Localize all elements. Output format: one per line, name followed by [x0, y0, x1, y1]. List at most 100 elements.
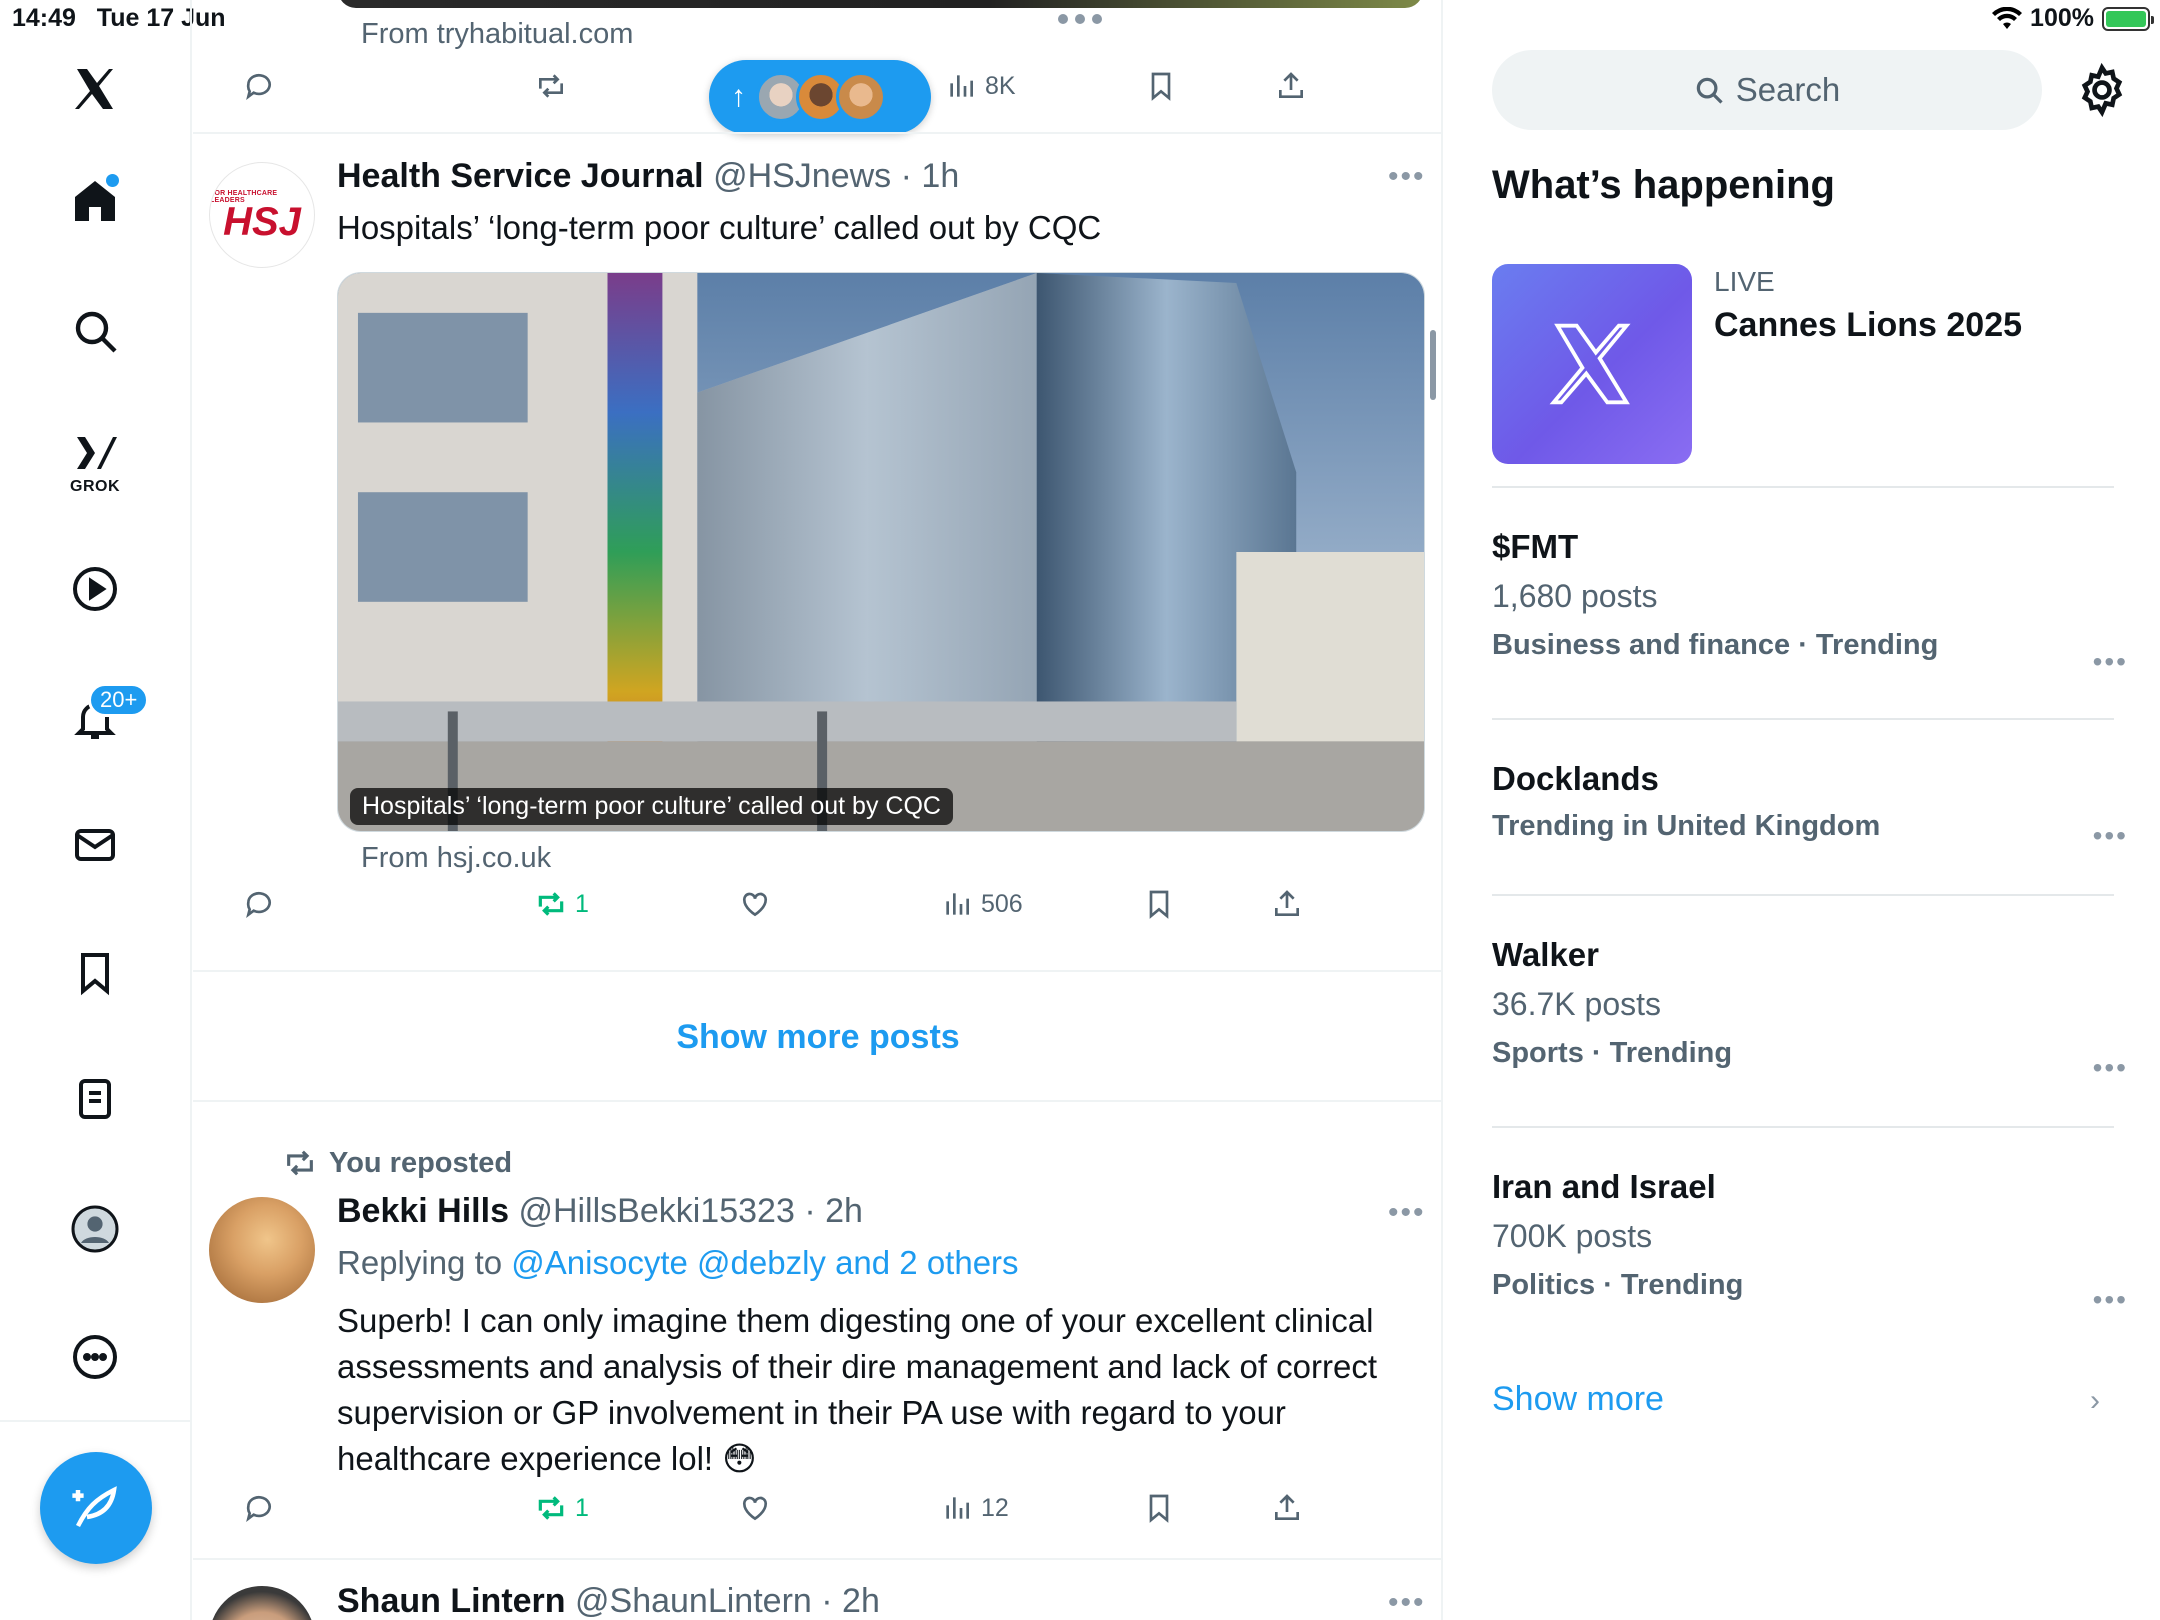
- hospital-photo: [338, 273, 1424, 831]
- new-posts-pill[interactable]: ↑: [709, 60, 931, 134]
- trend-item[interactable]: Walker 36.7K posts Sports · Trending: [1492, 936, 2112, 1070]
- repost-button[interactable]: 1: [535, 888, 589, 920]
- like-button[interactable]: [739, 888, 771, 920]
- author-name[interactable]: Health Service Journal: [337, 157, 704, 195]
- live-event-thumbnail[interactable]: [1492, 264, 1692, 464]
- chevron-right-icon: ›: [2090, 1384, 2100, 1417]
- author-name[interactable]: Bekki Hills: [337, 1192, 509, 1230]
- post-divider: [193, 132, 1441, 134]
- x-logo-icon[interactable]: [62, 56, 128, 122]
- bookmarks-icon[interactable]: [62, 940, 128, 1006]
- tweet-more-button[interactable]: •••: [1388, 1196, 1426, 1230]
- show-more-posts-button[interactable]: Show more posts: [193, 972, 1441, 1102]
- search-input[interactable]: Search: [1492, 50, 2042, 130]
- views-icon: [950, 75, 973, 97]
- trend-item[interactable]: Docklands Trending in United Kingdom: [1492, 760, 2112, 843]
- trend-category: Sports · Trending: [1492, 1037, 1733, 1069]
- like-button[interactable]: [739, 1492, 771, 1524]
- bookmark-button[interactable]: [1143, 888, 1175, 920]
- media-caption: Hospitals’ ‘long-term poor culture’ call…: [350, 788, 953, 825]
- trend-name: Walker: [1492, 936, 1599, 973]
- hsj-avatar[interactable]: FOR HEALTHCARE LEADERS HSJ: [209, 162, 315, 268]
- bekki-avatar[interactable]: [209, 1197, 315, 1303]
- card-source[interactable]: From hsj.co.uk: [361, 842, 551, 875]
- live-event-title[interactable]: Cannes Lions 2025: [1714, 306, 2022, 345]
- profile-icon[interactable]: [62, 1196, 128, 1262]
- tweet-time[interactable]: · 1h: [901, 157, 960, 195]
- tweet-header: Shaun Lintern @ShaunLintern · 2h: [337, 1582, 880, 1620]
- trend-count: 700K posts: [1492, 1218, 1653, 1254]
- trend-category: Business and finance · Trending: [1492, 629, 1939, 661]
- tweet-header: Bekki Hills @HillsBekki15323 · 2h: [337, 1192, 863, 1231]
- reply-icon: [246, 891, 271, 918]
- live-label: LIVE: [1714, 266, 1775, 297]
- tweet-time[interactable]: · 2h: [821, 1582, 880, 1620]
- views-count: 506: [981, 889, 1023, 918]
- post-divider: [193, 1558, 1441, 1560]
- share-button[interactable]: [1271, 888, 1303, 920]
- author-name[interactable]: Shaun Lintern: [337, 1582, 566, 1620]
- repost-button[interactable]: [535, 70, 567, 102]
- repost-icon: [539, 74, 563, 98]
- trend-more-button[interactable]: •••: [2093, 820, 2128, 852]
- trend-more-button[interactable]: •••: [2093, 646, 2128, 678]
- share-button[interactable]: [1271, 1492, 1303, 1524]
- reply-button[interactable]: [243, 1492, 275, 1524]
- repost-icon: [287, 1150, 313, 1176]
- previous-card-image[interactable]: [338, 0, 1423, 8]
- tweet-actions: 1 12: [193, 1492, 1441, 1542]
- shaun-avatar[interactable]: [209, 1586, 315, 1620]
- bookmark-button[interactable]: [1145, 70, 1177, 102]
- tweet-text: Hospitals’ ‘long-term poor culture’ call…: [337, 209, 1102, 246]
- author-handle[interactable]: @ShaunLintern: [575, 1582, 812, 1620]
- more-icon[interactable]: [62, 1324, 128, 1390]
- timeline: From tryhabitual.com 8K ↑ FOR HEALTHCARE…: [193, 0, 1443, 1620]
- reply-icon: [246, 1495, 271, 1522]
- video-icon[interactable]: [62, 556, 128, 622]
- views-icon: [946, 893, 969, 915]
- link-card-image[interactable]: Hospitals’ ‘long-term poor culture’ call…: [337, 272, 1425, 832]
- x-logo-icon: [1549, 323, 1631, 405]
- card-source[interactable]: From tryhabitual.com: [361, 18, 633, 51]
- share-button[interactable]: [1275, 70, 1307, 102]
- reply-button[interactable]: [243, 70, 275, 102]
- search-placeholder: Search: [1735, 71, 1841, 108]
- right-sidebar: Search What’s happening LIVE Cannes Lion…: [1444, 0, 2160, 1620]
- share-icon: [1279, 72, 1303, 98]
- search-icon[interactable]: [62, 298, 128, 364]
- trend-item[interactable]: $FMT 1,680 posts Business and finance · …: [1492, 528, 2112, 662]
- trend-name: $FMT: [1492, 528, 1579, 565]
- repost-button[interactable]: 1: [535, 1492, 589, 1524]
- show-more-link[interactable]: Show more: [1492, 1380, 1664, 1419]
- grok-icon[interactable]: [62, 420, 128, 486]
- compose-button[interactable]: [40, 1452, 152, 1564]
- settings-button[interactable]: [2074, 62, 2130, 118]
- author-handle[interactable]: @HSJnews: [713, 157, 891, 195]
- nav-divider: [0, 1420, 192, 1422]
- trend-item[interactable]: Iran and Israel 700K posts Politics · Tr…: [1492, 1168, 2112, 1302]
- bookmark-button[interactable]: [1143, 1492, 1175, 1524]
- tweet-time[interactable]: · 2h: [804, 1192, 863, 1230]
- tweet-more-button[interactable]: •••: [1388, 1586, 1426, 1620]
- views-button[interactable]: 12: [941, 1492, 1009, 1524]
- search-icon: [1696, 77, 1723, 104]
- scrollbar[interactable]: [1430, 330, 1436, 400]
- trend-more-button[interactable]: •••: [2093, 1052, 2128, 1084]
- author-handle[interactable]: @HillsBekki15323: [518, 1192, 794, 1230]
- trend-count: 1,680 posts: [1492, 578, 1658, 614]
- views-button[interactable]: 506: [941, 888, 1023, 920]
- grok-label: GROK: [70, 478, 120, 495]
- replying-to-users[interactable]: @Anisocyte @debzly and 2 others: [511, 1244, 1018, 1281]
- trend-more-button[interactable]: •••: [2093, 1284, 2128, 1316]
- lists-icon[interactable]: [62, 1066, 128, 1132]
- reposted-indicator: You reposted: [283, 1146, 512, 1180]
- views-button[interactable]: 8K: [945, 70, 1016, 102]
- share-icon: [1275, 890, 1299, 916]
- messages-icon[interactable]: [62, 812, 128, 878]
- tweet-more-button[interactable]: •••: [1388, 160, 1426, 194]
- trend-divider: [1492, 718, 2114, 720]
- gear-icon: [2081, 62, 2123, 118]
- views-icon: [946, 1497, 969, 1519]
- notification-badge: 20+: [88, 683, 150, 717]
- reply-button[interactable]: [243, 888, 275, 920]
